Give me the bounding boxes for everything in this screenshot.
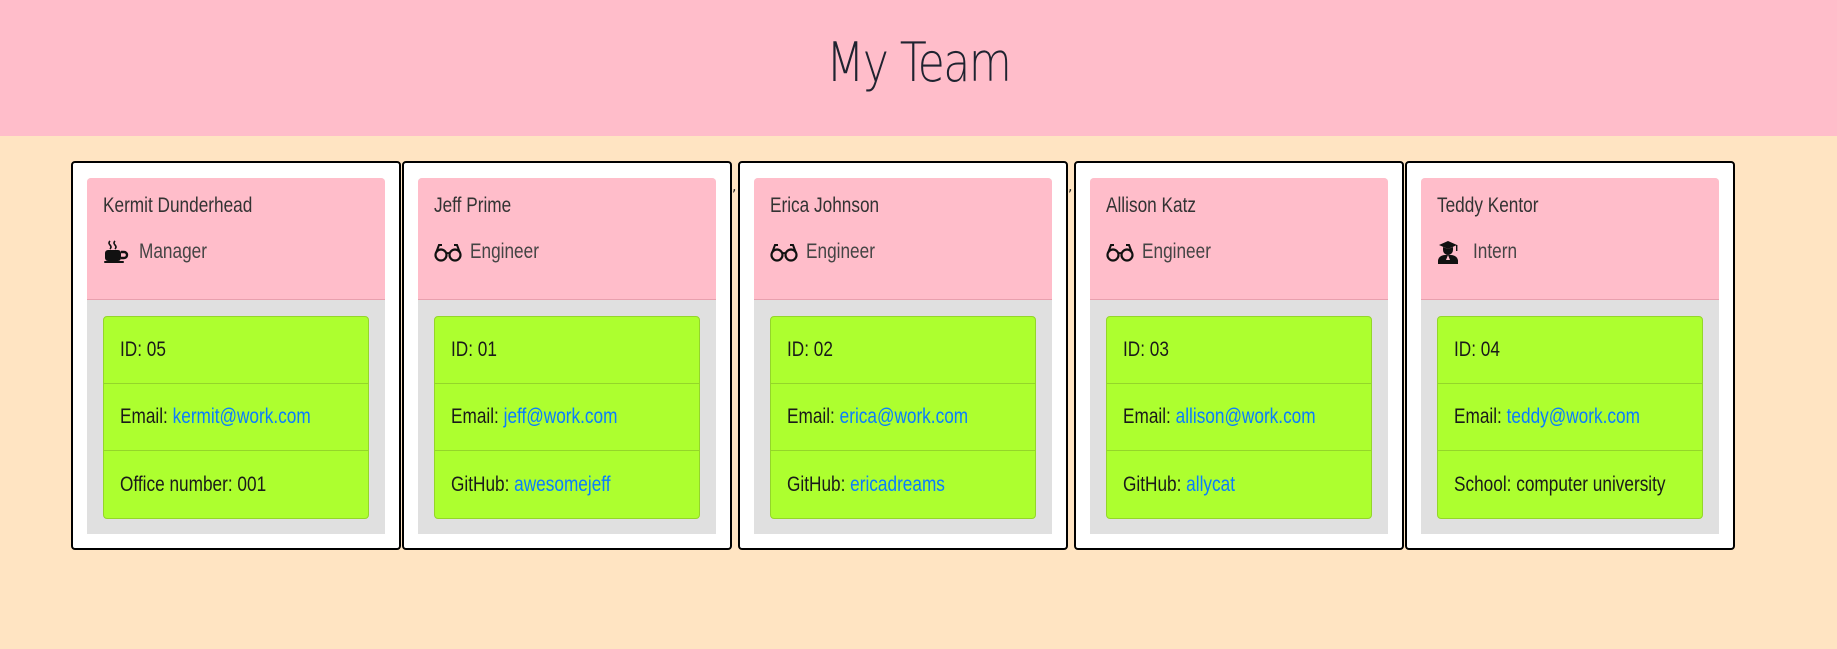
employee-id: 04 xyxy=(1480,338,1500,361)
id-row: ID: 03 xyxy=(1107,317,1371,384)
card-header: Erica Johnson Engineer xyxy=(754,178,1052,300)
employee-name: Teddy Kentor xyxy=(1437,194,1539,217)
card-header: Jeff Prime Engineer xyxy=(418,178,716,300)
employee-id: 03 xyxy=(1149,338,1169,361)
email-row: Email: teddy@work.com xyxy=(1438,384,1702,451)
employee-id: 02 xyxy=(813,338,833,361)
id-label: ID: xyxy=(451,338,478,361)
info-list: ID: 01 Email: jeff@work.com GitHub: awes… xyxy=(434,316,700,519)
email-label: Email: xyxy=(787,405,840,428)
role-row: Intern xyxy=(1437,237,1719,267)
employee-role: Engineer xyxy=(806,240,875,263)
card-inner: Erica Johnson Engineer ID: 02 Email: eri… xyxy=(754,178,1052,534)
email-label: Email: xyxy=(1454,405,1507,428)
school-row: School: computer university xyxy=(1438,451,1702,518)
email-label: Email: xyxy=(451,405,504,428)
id-label: ID: xyxy=(1454,338,1481,361)
github-link[interactable]: ericadreams xyxy=(850,473,945,496)
office-number-row: Office number: 001 xyxy=(104,451,368,518)
card-inner: Allison Katz Engineer ID: 03 Email: alli… xyxy=(1090,178,1388,534)
email-link[interactable]: erica@work.com xyxy=(840,405,968,428)
employee-card: Erica Johnson Engineer ID: 02 Email: eri… xyxy=(738,161,1068,550)
user-graduate-icon xyxy=(1437,240,1465,264)
card-header: Allison Katz Engineer xyxy=(1090,178,1388,300)
employee-card: Jeff Prime Engineer ID: 01 Email: jeff@w… xyxy=(402,161,732,550)
employee-card: Allison Katz Engineer ID: 03 Email: alli… xyxy=(1074,161,1404,550)
card-header: Kermit Dunderhead Manager xyxy=(87,178,385,300)
stray-mark: , xyxy=(1068,179,1073,195)
page-title: My Team xyxy=(826,30,1012,94)
role-row: Engineer xyxy=(1106,237,1388,267)
employee-card: Kermit Dunderhead Manager ID: 05 Email: … xyxy=(71,161,401,550)
email-row: Email: kermit@work.com xyxy=(104,384,368,451)
github-label: GitHub: xyxy=(787,472,851,496)
info-list: ID: 02 Email: erica@work.com GitHub: eri… xyxy=(770,316,1036,519)
card-inner: Jeff Prime Engineer ID: 01 Email: jeff@w… xyxy=(418,178,716,534)
coffee-icon xyxy=(103,240,131,264)
role-row: Engineer xyxy=(770,237,1052,267)
page-header: My Team xyxy=(0,0,1837,136)
card-header: Teddy Kentor Intern xyxy=(1421,178,1719,300)
id-label: ID: xyxy=(787,338,814,361)
email-link[interactable]: jeff@work.com xyxy=(504,405,618,428)
id-row: ID: 05 xyxy=(104,317,368,384)
email-row: Email: allison@work.com xyxy=(1107,384,1371,451)
employee-name: Kermit Dunderhead xyxy=(103,194,253,217)
card-inner: Teddy Kentor Intern ID: 04 Email: teddy@… xyxy=(1421,178,1719,534)
glasses-icon xyxy=(770,240,798,264)
github-row: GitHub: allycat xyxy=(1107,451,1371,518)
github-row: GitHub: awesomejeff xyxy=(435,451,699,518)
role-row: Manager xyxy=(103,237,385,267)
employee-role: Intern xyxy=(1473,240,1518,263)
email-label: Email: xyxy=(120,405,173,428)
github-link[interactable]: allycat xyxy=(1186,473,1235,496)
info-list: ID: 03 Email: allison@work.com GitHub: a… xyxy=(1106,316,1372,519)
employee-role: Manager xyxy=(139,240,207,263)
github-label: GitHub: xyxy=(451,472,515,496)
office-number-label: Office number: xyxy=(120,472,238,496)
email-row: Email: erica@work.com xyxy=(771,384,1035,451)
id-label: ID: xyxy=(120,338,147,361)
id-row: ID: 01 xyxy=(435,317,699,384)
employee-card: Teddy Kentor Intern ID: 04 Email: teddy@… xyxy=(1405,161,1735,550)
role-row: Engineer xyxy=(434,237,716,267)
card-inner: Kermit Dunderhead Manager ID: 05 Email: … xyxy=(87,178,385,534)
github-label: GitHub: xyxy=(1123,472,1187,496)
employee-id: 01 xyxy=(477,338,497,361)
id-label: ID: xyxy=(1123,338,1150,361)
employee-name: Allison Katz xyxy=(1106,194,1196,217)
id-row: ID: 04 xyxy=(1438,317,1702,384)
school-label: School: xyxy=(1454,472,1517,496)
github-link[interactable]: awesomejeff xyxy=(514,473,610,496)
email-link[interactable]: kermit@work.com xyxy=(173,405,311,428)
email-row: Email: jeff@work.com xyxy=(435,384,699,451)
stray-mark: , xyxy=(732,179,737,195)
github-row: GitHub: ericadreams xyxy=(771,451,1035,518)
info-list: ID: 05 Email: kermit@work.com Office num… xyxy=(103,316,369,519)
employee-name: Erica Johnson xyxy=(770,194,880,217)
email-link[interactable]: teddy@work.com xyxy=(1507,405,1640,428)
info-list: ID: 04 Email: teddy@work.com School: com… xyxy=(1437,316,1703,519)
employee-id: 05 xyxy=(146,338,166,361)
id-row: ID: 02 xyxy=(771,317,1035,384)
school-value: computer university xyxy=(1516,472,1666,496)
glasses-icon xyxy=(1106,240,1134,264)
employee-role: Engineer xyxy=(470,240,539,263)
email-label: Email: xyxy=(1123,405,1176,428)
employee-role: Engineer xyxy=(1142,240,1211,263)
employee-name: Jeff Prime xyxy=(434,194,512,217)
email-link[interactable]: allison@work.com xyxy=(1176,405,1316,428)
office-number-value: 001 xyxy=(237,472,267,496)
glasses-icon xyxy=(434,240,462,264)
